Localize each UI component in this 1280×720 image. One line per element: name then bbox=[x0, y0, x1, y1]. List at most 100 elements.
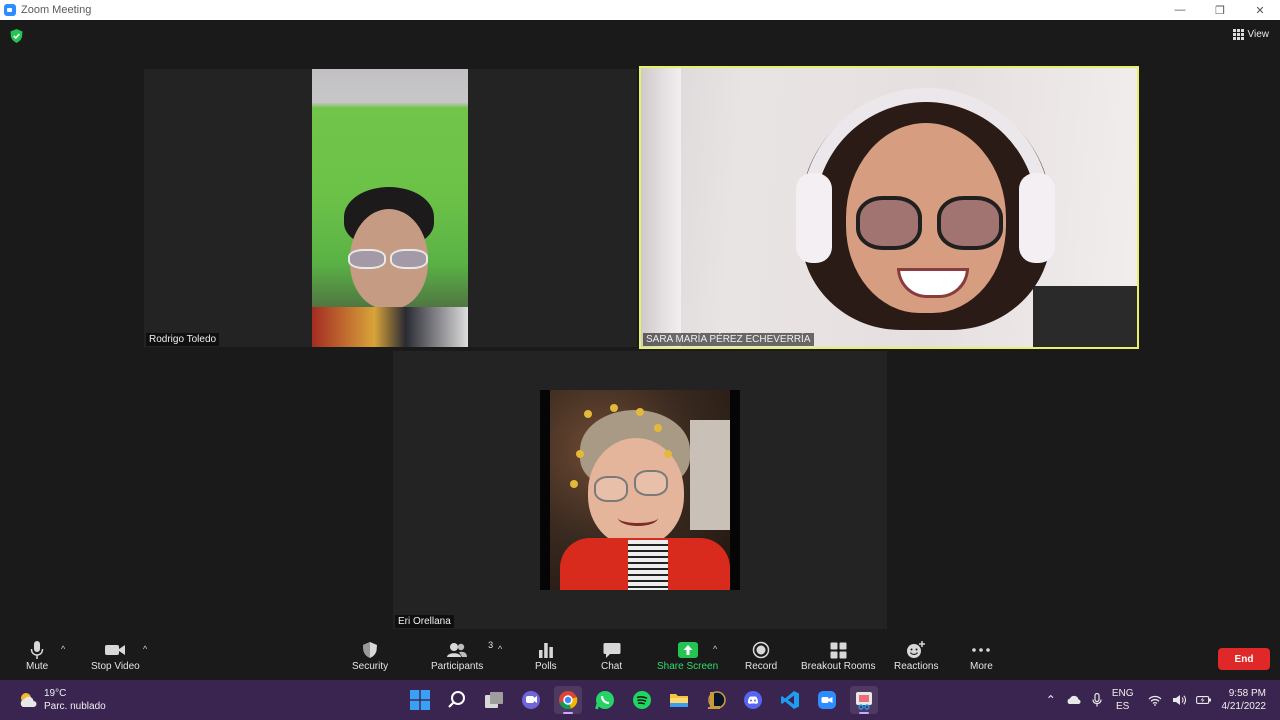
more-label: More bbox=[970, 661, 993, 672]
window-title: Zoom Meeting bbox=[21, 4, 92, 16]
reactions-button[interactable]: Reactions bbox=[894, 640, 938, 672]
video-camera-icon bbox=[105, 645, 126, 655]
video-tile-rodrigo[interactable]: Rodrigo Toledo bbox=[144, 69, 637, 347]
chat-button[interactable]: Chat bbox=[601, 640, 622, 672]
weather-widget[interactable]: 19°C Parc. nublado bbox=[18, 687, 106, 713]
whatsapp-button[interactable] bbox=[591, 686, 619, 714]
close-button[interactable]: ✕ bbox=[1240, 0, 1280, 20]
stop-video-button[interactable]: Stop Video bbox=[91, 640, 140, 672]
search-button[interactable] bbox=[443, 686, 471, 714]
taskbar-apps bbox=[406, 686, 878, 714]
participants-icon bbox=[447, 643, 468, 657]
window-titlebar: Zoom Meeting — ❐ ✕ bbox=[0, 0, 1280, 20]
smiley-plus-icon bbox=[907, 641, 926, 658]
participant-video bbox=[641, 68, 1137, 347]
discord-button[interactable] bbox=[739, 686, 767, 714]
discord-icon bbox=[744, 691, 762, 709]
end-meeting-button[interactable]: End bbox=[1218, 648, 1270, 670]
view-label: View bbox=[1247, 28, 1270, 40]
more-button[interactable]: More bbox=[970, 640, 993, 672]
microphone-icon bbox=[30, 641, 44, 659]
chat-label: Chat bbox=[601, 661, 623, 672]
chat-bubble-icon bbox=[603, 642, 621, 658]
partly-cloudy-icon bbox=[20, 693, 37, 707]
language-primary: ENG bbox=[1111, 688, 1134, 699]
spotify-icon bbox=[633, 691, 651, 709]
system-tray: ⌃ ENG ES 9:58 PM 4/21/2022 bbox=[1046, 680, 1280, 720]
vscode-button[interactable] bbox=[776, 686, 804, 714]
share-options-caret-icon[interactable]: ^ bbox=[713, 644, 717, 654]
search-icon bbox=[448, 691, 465, 708]
participants-options-caret-icon[interactable]: ^ bbox=[498, 644, 502, 654]
video-options-caret-icon[interactable]: ^ bbox=[143, 644, 147, 654]
onedrive-cloud-icon[interactable] bbox=[1066, 695, 1082, 705]
battery-charging-icon[interactable] bbox=[1195, 695, 1212, 705]
security-label: Security bbox=[352, 661, 389, 672]
minimize-button[interactable]: — bbox=[1160, 0, 1200, 20]
window-controls: — ❐ ✕ bbox=[1160, 0, 1280, 20]
clock-date: 4/21/2022 bbox=[1221, 701, 1267, 712]
video-tile-sara-active-speaker[interactable]: SARA MARÍA PÉREZ ECHEVERRÍA bbox=[639, 66, 1139, 349]
snipping-tool-icon bbox=[856, 692, 872, 710]
mute-button[interactable]: Mute bbox=[26, 640, 48, 672]
snipping-tool-button[interactable] bbox=[850, 686, 878, 714]
folder-icon bbox=[670, 694, 688, 707]
weather-description: Parc. nublado bbox=[44, 701, 106, 712]
windows-taskbar: 19°C Parc. nublado ⌃ ENG ES 9:58 PM 4/21… bbox=[0, 680, 1280, 720]
breakout-rooms-icon bbox=[830, 642, 847, 658]
encryption-shield-icon[interactable] bbox=[10, 29, 23, 43]
bar-chart-icon bbox=[538, 643, 553, 658]
share-screen-arrow-icon bbox=[677, 642, 698, 658]
participants-label: Participants bbox=[431, 661, 484, 672]
security-button[interactable]: Security bbox=[352, 640, 388, 672]
taskbar-clock[interactable]: 9:58 PM 4/21/2022 bbox=[1222, 687, 1267, 713]
chrome-icon bbox=[559, 691, 578, 710]
clock-time: 9:58 PM bbox=[1228, 688, 1266, 699]
participant-name: SARA MARÍA PÉREZ ECHEVERRÍA bbox=[643, 333, 814, 346]
breakout-rooms-button[interactable]: Breakout Rooms bbox=[801, 640, 875, 672]
task-view-icon bbox=[485, 692, 503, 708]
whatsapp-icon bbox=[595, 691, 614, 710]
show-hidden-icons-chevron-up-icon[interactable]: ⌃ bbox=[1046, 693, 1056, 707]
polls-button[interactable]: Polls bbox=[535, 640, 557, 672]
video-tile-eri[interactable]: Eri Orellana bbox=[393, 351, 887, 629]
shield-icon bbox=[363, 642, 378, 658]
participant-video bbox=[312, 69, 468, 347]
view-button[interactable]: View bbox=[1228, 25, 1275, 43]
participants-count: 3 bbox=[488, 640, 494, 650]
participant-name: Rodrigo Toledo bbox=[146, 333, 220, 346]
zoom-icon bbox=[818, 691, 836, 709]
weather-temperature: 19°C bbox=[44, 688, 67, 699]
audio-options-caret-icon[interactable]: ^ bbox=[61, 644, 65, 654]
file-explorer-button[interactable] bbox=[665, 686, 693, 714]
league-of-legends-icon bbox=[708, 691, 726, 709]
share-screen-button[interactable]: Share Screen bbox=[657, 640, 718, 672]
chrome-button[interactable] bbox=[554, 686, 582, 714]
windows-logo-icon bbox=[410, 690, 430, 710]
task-view-button[interactable] bbox=[480, 686, 508, 714]
zoom-app-icon bbox=[4, 4, 16, 16]
meeting-area: View Rodrigo Toledo SARA MARÍA PÉREZ ECH… bbox=[0, 20, 1280, 632]
participant-name: Eri Orellana bbox=[395, 615, 454, 628]
language-secondary: ES bbox=[1115, 701, 1130, 712]
more-dots-icon bbox=[972, 648, 991, 652]
stop-video-label: Stop Video bbox=[91, 661, 140, 672]
participants-button[interactable]: 3 Participants bbox=[431, 640, 493, 672]
volume-icon[interactable] bbox=[1172, 694, 1186, 706]
polls-label: Polls bbox=[535, 661, 557, 672]
mute-label: Mute bbox=[26, 661, 49, 672]
wifi-icon[interactable] bbox=[1148, 695, 1162, 706]
start-button[interactable] bbox=[406, 686, 434, 714]
zoom-taskbar-button[interactable] bbox=[813, 686, 841, 714]
spotify-button[interactable] bbox=[628, 686, 656, 714]
teams-chat-button[interactable] bbox=[517, 686, 545, 714]
input-language-indicator[interactable]: ENG ES bbox=[1112, 687, 1134, 713]
share-screen-label: Share Screen bbox=[657, 661, 719, 672]
microphone-tray-icon[interactable] bbox=[1092, 693, 1102, 707]
participant-video bbox=[540, 390, 740, 590]
breakout-rooms-label: Breakout Rooms bbox=[801, 661, 876, 672]
record-icon bbox=[752, 641, 770, 659]
restore-button[interactable]: ❐ bbox=[1200, 0, 1240, 20]
record-button[interactable]: Record bbox=[745, 640, 777, 672]
league-of-legends-button[interactable] bbox=[702, 686, 730, 714]
